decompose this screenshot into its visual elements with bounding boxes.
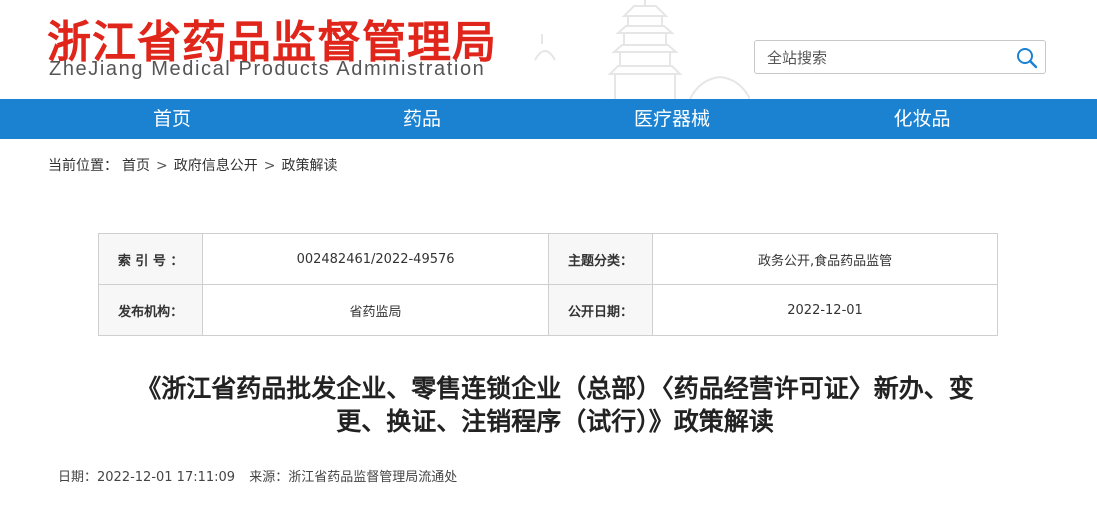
article-source: 来源：浙江省药品监督管理局流通处: [249, 470, 458, 485]
nav-item-medical-devices[interactable]: 医疗器械: [602, 99, 742, 139]
topic-category-value: 政务公开,食品药品监管: [652, 233, 998, 285]
table-row: 索 引 号 ： 002482461/2022-49576 主题分类： 政务公开,…: [97, 233, 998, 285]
breadcrumb-home-link[interactable]: 首页: [122, 158, 150, 174]
search-icon[interactable]: [1015, 46, 1039, 70]
breadcrumb-prefix: 当前位置：: [48, 158, 118, 174]
site-header: 浙江省药品监督管理局 ZheJiang Medical Products Adm…: [0, 0, 1097, 99]
article-title-line: 更、换证、注销程序（试行）》政策解读: [336, 407, 774, 436]
article-info: 日期：2022-12-01 17:11:09 来源：浙江省药品监督管理局流通处: [58, 466, 467, 485]
nav-item-drugs[interactable]: 药品: [352, 99, 492, 139]
document-metadata-table: 索 引 号 ： 002482461/2022-49576 主题分类： 政务公开,…: [97, 233, 998, 336]
article-title-line: 《浙江省药品批发企业、零售连锁企业（总部）〈药品经营许可证〉新办、变: [136, 374, 974, 403]
breadcrumb-gov-info-link[interactable]: 政府信息公开: [174, 158, 258, 174]
publish-date-label: 公开日期：: [547, 284, 654, 336]
search-box: [754, 40, 1046, 74]
topic-category-label: 主题分类：: [547, 233, 654, 285]
table-row: 发布机构： 省药监局 公开日期： 2022-12-01: [97, 284, 998, 336]
breadcrumb-policy-link[interactable]: 政策解读: [281, 158, 337, 174]
article-date: 日期：2022-12-01 17:11:09: [58, 470, 236, 485]
nav-item-home[interactable]: 首页: [102, 99, 242, 139]
article-title: 《浙江省药品批发企业、零售连锁企业（总部）〈药品经营许可证〉新办、变 更、换证、…: [70, 372, 1040, 438]
search-input[interactable]: [765, 45, 1009, 71]
issuer-label: 发布机构：: [97, 284, 204, 336]
index-number-value: 002482461/2022-49576: [202, 233, 549, 285]
site-title-en: ZheJiang Medical Products Administration: [49, 58, 486, 80]
breadcrumb-separator: >: [263, 158, 276, 174]
breadcrumb: 当前位置： 首页 > 政府信息公开 > 政策解读: [48, 155, 337, 175]
publish-date-value: 2022-12-01: [652, 284, 998, 336]
main-nav: 首页 药品 医疗器械 化妆品: [0, 99, 1097, 139]
index-number-label: 索 引 号 ：: [97, 233, 204, 285]
breadcrumb-separator: >: [156, 158, 168, 174]
nav-item-cosmetics[interactable]: 化妆品: [852, 99, 992, 139]
issuer-value: 省药监局: [202, 284, 549, 336]
pagoda-decoration-icon: [534, 0, 750, 99]
